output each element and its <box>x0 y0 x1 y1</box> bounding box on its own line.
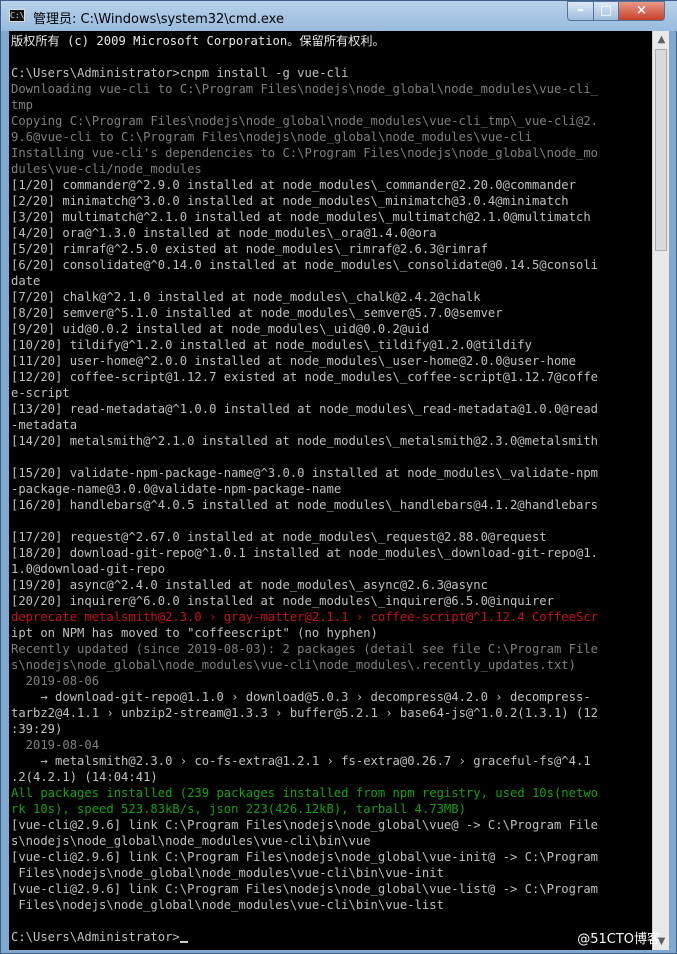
terminal-line: [10/20] tildify@^1.2.0 installed at node… <box>11 338 532 352</box>
close-button[interactable]: × <box>618 1 665 21</box>
terminal-line: All packages installed (239 packages ins… <box>11 786 598 800</box>
terminal-line: [20/20] inquirer@^6.0.0 installed at nod… <box>11 594 554 608</box>
terminal-line: 2019-08-04 <box>11 738 100 752</box>
terminal-line: [vue-cli@2.9.6] link C:\Program Files\no… <box>11 818 598 832</box>
terminal-line: [8/20] semver@^5.1.0 installed at node_m… <box>11 306 503 320</box>
cmd-window: C:\ 管理员: C:\Windows\system32\cmd.exe – □… <box>0 0 677 954</box>
terminal-line: [13/20] read-metadata@^1.0.0 installed a… <box>11 402 598 416</box>
terminal-line: [16/20] handlebars@^4.0.5 installed at n… <box>11 498 598 512</box>
terminal-line: [18/20] download-git-repo@^1.0.1 install… <box>11 546 598 560</box>
terminal-line: deprecate metalsmith@2.3.0 › gray-matter… <box>11 610 598 624</box>
terminal-line: [17/20] request@^2.67.0 installed at nod… <box>11 530 547 544</box>
terminal-line: tmp <box>11 98 34 112</box>
terminal-line: → metalsmith@2.3.0 › co-fs-extra@1.2.1 ›… <box>11 754 591 768</box>
terminal-line: [11/20] user-home@^2.0.0 installed at no… <box>11 354 576 368</box>
terminal-line: [vue-cli@2.9.6] link C:\Program Files\no… <box>11 882 598 896</box>
scrollbar-thumb[interactable] <box>655 49 667 251</box>
terminal-line: tarbz2@4.1.1 › unbzip2-stream@1.3.3 › bu… <box>11 706 598 720</box>
terminal-line: e-script <box>11 386 70 400</box>
terminal-line: -metadata <box>11 418 78 432</box>
text-cursor <box>179 941 188 943</box>
title-bar[interactable]: C:\ 管理员: C:\Windows\system32\cmd.exe – □… <box>1 1 677 31</box>
terminal-line: Recently updated (since 2019-08-03): 2 p… <box>11 642 598 656</box>
window-title: 管理员: C:\Windows\system32\cmd.exe <box>33 12 284 27</box>
terminal-line: s\nodejs\node_global\node_modules\vue-cl… <box>11 658 576 672</box>
maximize-button[interactable]: □ <box>593 1 619 21</box>
terminal-line: [1/20] commander@^2.9.0 installed at nod… <box>11 178 576 192</box>
terminal-line: 1.0@download-git-repo <box>11 562 166 576</box>
terminal-line: [vue-cli@2.9.6] link C:\Program Files\no… <box>11 850 598 864</box>
cmd-app-icon[interactable]: C:\ <box>9 9 25 22</box>
terminal-line: [7/20] chalk@^2.1.0 installed at node_mo… <box>11 290 481 304</box>
terminal-line: 版权所有 (c) 2009 Microsoft Corporation。保留所有… <box>11 34 385 48</box>
terminal-line: [2/20] minimatch@^3.0.0 installed at nod… <box>11 194 569 208</box>
terminal-line: 2019-08-06 <box>11 674 100 688</box>
terminal-line: s\nodejs\node_global\node_modules\vue-cl… <box>11 834 371 848</box>
terminal-line: [5/20] rimraf@^2.5.0 existed at node_mod… <box>11 242 488 256</box>
scroll-up-icon[interactable]: ▲ <box>653 31 670 48</box>
terminal-line: Installing vue-cli's dependencies to C:\… <box>11 146 598 160</box>
terminal-line: rk 10s), speed 523.83kB/s, json 223(426.… <box>11 802 466 816</box>
terminal-line: [9/20] uid@0.0.2 installed at node_modul… <box>11 322 430 336</box>
terminal-line: dules\vue-cli/node_modules <box>11 162 202 176</box>
terminal-line: -package-name@3.0.0@validate-npm-package… <box>11 482 342 496</box>
terminal-line: [15/20] validate-npm-package-name@^3.0.0… <box>11 466 598 480</box>
terminal-line: Files\nodejs\node_global\node_modules\vu… <box>11 898 444 912</box>
terminal-line: .2(4.2.1) (14:04:41) <box>11 770 158 784</box>
terminal-line: Downloading vue-cli to C:\Program Files\… <box>11 82 598 96</box>
terminal-line: [4/20] ora@^1.3.0 installed at node_modu… <box>11 226 437 240</box>
terminal-line: → download-git-repo@1.1.0 › download@5.0… <box>11 690 591 704</box>
terminal-line: Files\nodejs\node_global\node_modules\vu… <box>11 866 444 880</box>
terminal-output[interactable]: 版权所有 (c) 2009 Microsoft Corporation。保留所有… <box>9 31 652 950</box>
minimize-button[interactable]: – <box>567 1 594 21</box>
vertical-scrollbar[interactable]: ▲ ▼ <box>652 31 669 950</box>
terminal-line: Copying C:\Program Files\nodejs\node_glo… <box>11 114 598 128</box>
terminal-line: [14/20] metalsmith@^2.1.0 installed at n… <box>11 434 598 448</box>
terminal-line: [19/20] async@^2.4.0 installed at node_m… <box>11 578 488 592</box>
terminal-line: :39:29) <box>11 722 63 736</box>
command-prompt[interactable]: C:\Users\Administrator> <box>11 929 188 945</box>
terminal-line: [3/20] multimatch@^2.1.0 installed at no… <box>11 210 591 224</box>
terminal-line: [6/20] consolidate@^0.14.0 installed at … <box>11 258 598 272</box>
terminal-line: 9.6@vue-cli to C:\Program Files\nodejs\n… <box>11 130 532 144</box>
terminal-line: C:\Users\Administrator>cnpm install -g v… <box>11 66 349 80</box>
terminal-line: ipt on NPM has moved to "coffeescript" (… <box>11 626 378 640</box>
watermark: @51CTO博客 <box>577 932 660 947</box>
terminal-line: date <box>11 274 41 288</box>
terminal-line: [12/20] coffee-script@1.12.7 existed at … <box>11 370 598 384</box>
